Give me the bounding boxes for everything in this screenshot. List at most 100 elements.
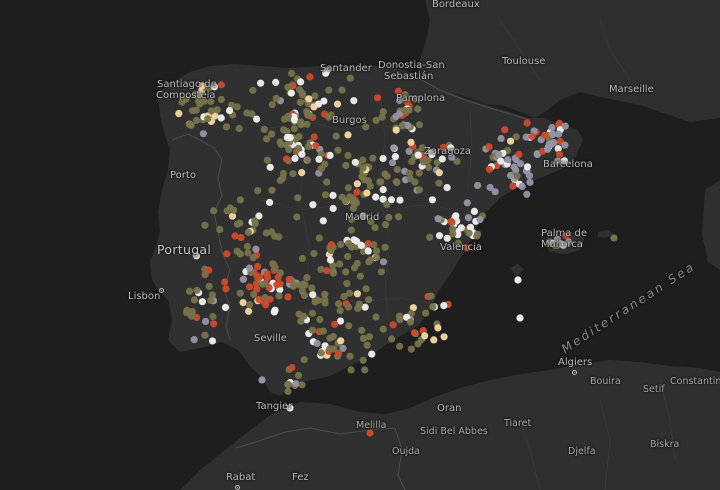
data-point[interactable]: [369, 154, 377, 162]
data-point[interactable]: [544, 145, 552, 153]
data-point[interactable]: [383, 200, 391, 209]
data-point[interactable]: [321, 191, 329, 199]
data-point[interactable]: [371, 224, 379, 232]
data-point[interactable]: [361, 366, 369, 374]
data-point[interactable]: [378, 113, 386, 121]
data-point[interactable]: [228, 212, 237, 220]
data-point[interactable]: [434, 215, 442, 223]
data-point[interactable]: [343, 280, 351, 288]
data-point[interactable]: [337, 337, 345, 345]
data-point[interactable]: [217, 81, 225, 89]
data-point[interactable]: [392, 126, 400, 134]
data-point[interactable]: [245, 307, 253, 315]
data-point[interactable]: [414, 105, 422, 113]
data-point[interactable]: [185, 120, 194, 129]
data-point[interactable]: [388, 159, 397, 167]
data-point[interactable]: [311, 92, 319, 100]
data-point[interactable]: [317, 164, 325, 173]
data-point[interactable]: [271, 306, 279, 314]
data-point[interactable]: [217, 95, 225, 104]
data-point[interactable]: [504, 156, 512, 164]
data-point[interactable]: [260, 125, 268, 133]
data-point[interactable]: [217, 114, 225, 122]
data-point[interactable]: [266, 198, 274, 206]
data-point[interactable]: [201, 221, 209, 229]
data-point[interactable]: [204, 115, 212, 123]
data-point[interactable]: [331, 320, 339, 328]
data-point[interactable]: [393, 165, 401, 174]
data-point[interactable]: [385, 213, 393, 222]
data-point[interactable]: [335, 349, 343, 357]
data-point[interactable]: [276, 280, 284, 288]
data-point[interactable]: [338, 86, 346, 94]
data-point[interactable]: [257, 79, 265, 87]
data-point[interactable]: [347, 366, 355, 374]
data-point[interactable]: [187, 312, 195, 320]
data-point[interactable]: [284, 293, 292, 301]
data-point[interactable]: [265, 284, 273, 292]
data-point[interactable]: [389, 321, 397, 329]
data-point[interactable]: [254, 187, 262, 195]
data-point[interactable]: [249, 254, 257, 262]
data-point[interactable]: [337, 240, 345, 249]
data-point[interactable]: [470, 207, 478, 215]
data-point[interactable]: [435, 169, 443, 177]
data-point[interactable]: [434, 324, 442, 332]
data-point[interactable]: [282, 155, 290, 163]
data-point[interactable]: [364, 240, 372, 248]
data-point[interactable]: [351, 158, 359, 166]
data-point[interactable]: [507, 137, 515, 145]
data-point[interactable]: [516, 314, 524, 322]
data-point[interactable]: [243, 242, 251, 250]
data-point[interactable]: [284, 380, 292, 388]
data-point[interactable]: [309, 201, 317, 209]
data-point[interactable]: [333, 100, 342, 108]
data-point[interactable]: [310, 103, 318, 111]
data-point[interactable]: [268, 101, 276, 109]
data-point[interactable]: [350, 199, 358, 207]
data-point[interactable]: [523, 119, 531, 127]
data-point[interactable]: [396, 196, 404, 204]
data-point[interactable]: [271, 264, 279, 272]
data-point[interactable]: [379, 325, 387, 333]
data-point[interactable]: [342, 161, 350, 170]
data-point[interactable]: [355, 300, 363, 308]
data-point[interactable]: [366, 256, 374, 264]
data-point[interactable]: [373, 247, 381, 255]
data-point[interactable]: [427, 292, 435, 300]
data-point[interactable]: [353, 290, 361, 298]
data-point[interactable]: [293, 213, 301, 221]
data-point[interactable]: [415, 121, 424, 129]
data-point[interactable]: [258, 376, 266, 384]
data-point[interactable]: [421, 332, 429, 340]
data-point[interactable]: [297, 118, 305, 126]
data-point[interactable]: [231, 232, 239, 240]
data-point[interactable]: [344, 131, 352, 139]
map-canvas[interactable]: Bordeaux Toulouse Marseille Santiago de …: [0, 0, 720, 490]
data-point[interactable]: [329, 332, 337, 341]
data-point[interactable]: [526, 178, 534, 186]
data-point[interactable]: [364, 247, 372, 255]
data-point[interactable]: [376, 178, 384, 186]
data-point[interactable]: [326, 256, 335, 264]
data-point[interactable]: [205, 282, 213, 290]
data-point[interactable]: [329, 269, 337, 277]
data-point[interactable]: [485, 143, 493, 151]
data-point[interactable]: [347, 226, 355, 234]
data-point[interactable]: [382, 221, 390, 229]
data-point[interactable]: [372, 193, 380, 201]
data-point[interactable]: [476, 216, 484, 224]
data-point[interactable]: [300, 291, 309, 299]
data-point[interactable]: [430, 336, 438, 344]
data-point[interactable]: [291, 154, 299, 162]
data-point[interactable]: [294, 144, 302, 152]
data-point[interactable]: [515, 150, 523, 158]
data-point[interactable]: [210, 320, 218, 328]
data-point[interactable]: [415, 186, 423, 194]
data-point[interactable]: [310, 133, 318, 141]
data-point[interactable]: [465, 229, 473, 237]
data-point[interactable]: [290, 125, 298, 133]
data-point[interactable]: [284, 387, 292, 395]
data-point[interactable]: [344, 252, 352, 261]
data-point[interactable]: [556, 150, 564, 158]
